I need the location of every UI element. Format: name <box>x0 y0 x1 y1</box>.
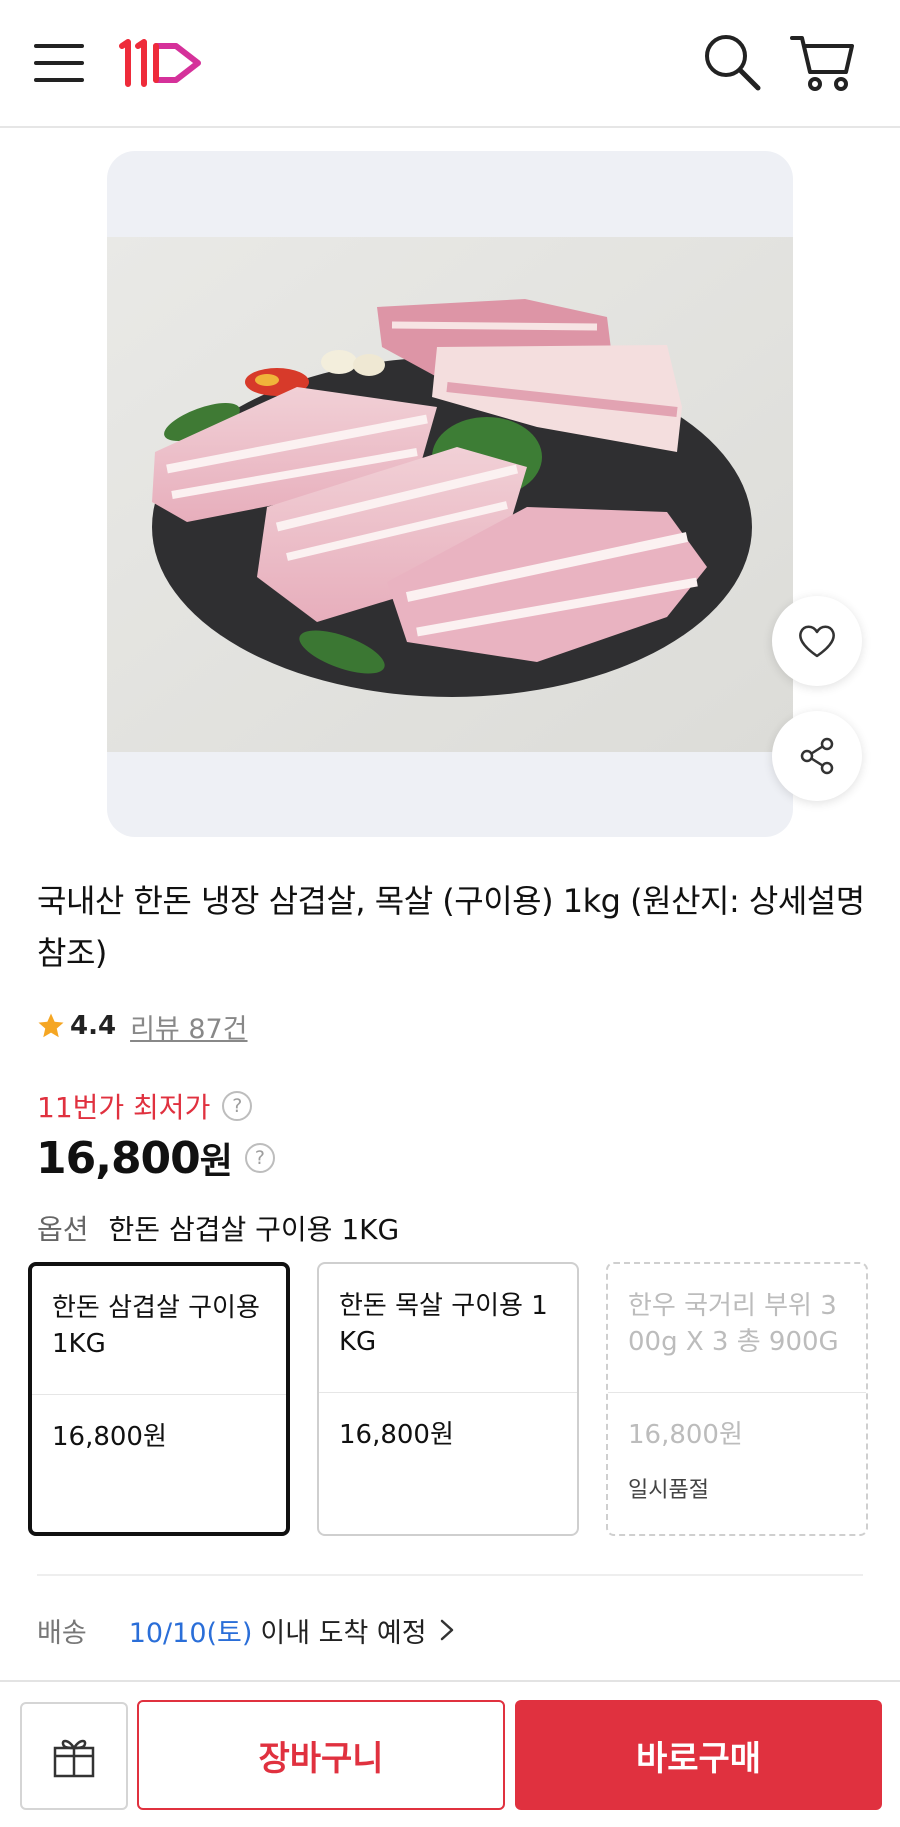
help-icon[interactable]: ? <box>222 1091 253 1121</box>
delivery-date: 10/10(토) <box>128 1617 253 1649</box>
option-name: 한우 국거리 부위 300g X 3 총 900G <box>628 1291 839 1357</box>
like-button[interactable] <box>772 596 862 686</box>
option-price: 16,800원 <box>339 1420 454 1450</box>
delivery-label: 배송 <box>37 1617 87 1649</box>
section-divider <box>37 1574 863 1576</box>
option-price: 16,800원 <box>52 1422 167 1452</box>
delivery-row[interactable]: 배송 10/10(토) 이내 도착 예정 <box>37 1608 455 1652</box>
option-card-2[interactable]: 한돈 목살 구이용 1KG 16,800원 <box>317 1262 579 1536</box>
menu-icon[interactable] <box>34 40 86 86</box>
option-label: 옵션 <box>37 1213 89 1246</box>
option-divider <box>319 1392 577 1393</box>
option-name: 한돈 목살 구이용 1KG <box>339 1291 548 1357</box>
bottom-action-bar: 장바구니 바로구매 <box>0 1680 900 1827</box>
price-unit: 원 <box>199 1141 233 1182</box>
price-row: 16,800 원 ? <box>36 1128 275 1188</box>
option-card-1[interactable]: 한돈 삼겹살 구이용 1KG 16,800원 <box>28 1262 290 1536</box>
rating-row: 4.4 리뷰 87건 <box>36 1006 248 1046</box>
product-title: 국내산 한돈 냉장 삼겹살, 목살 (구이용) 1kg (원산지: 상세설명 참… <box>37 882 865 972</box>
gift-icon <box>53 1739 95 1778</box>
option-summary: 옵션 한돈 삼겹살 구이용 1KG <box>37 1206 399 1250</box>
option-name: 한돈 삼겹살 구이용 1KG <box>52 1293 260 1359</box>
top-header <box>0 0 900 128</box>
add-to-cart-button[interactable]: 장바구니 <box>137 1700 505 1810</box>
option-price: 16,800원 <box>628 1420 743 1450</box>
price-help-icon[interactable]: ? <box>244 1143 275 1173</box>
review-count-link[interactable]: 리뷰 87건 <box>130 1007 247 1046</box>
chevron-right-icon <box>440 1619 453 1641</box>
rating-value: 4.4 <box>70 1011 117 1041</box>
price-value: 16,800 <box>36 1132 201 1184</box>
share-button[interactable] <box>772 711 862 801</box>
lowest-price-text: 11번가 최저가 <box>37 1091 211 1124</box>
delivery-text: 이내 도착 예정 <box>260 1617 427 1649</box>
product-image-frame[interactable] <box>107 151 793 837</box>
option-divider <box>608 1392 866 1393</box>
gift-button[interactable] <box>20 1702 128 1810</box>
heart-icon <box>799 625 835 658</box>
option-selected-value: 한돈 삼겹살 구이용 1KG <box>108 1213 400 1246</box>
star-icon <box>38 1013 64 1038</box>
option-card-3[interactable]: 한우 국거리 부위 300g X 3 총 900G 16,800원 일시품절 <box>606 1262 868 1536</box>
product-photo <box>107 237 793 752</box>
share-icon <box>800 737 834 775</box>
option-divider <box>32 1394 286 1395</box>
soldout-badge: 일시품절 <box>628 1478 709 1503</box>
search-icon[interactable] <box>700 30 764 94</box>
cart-icon[interactable] <box>788 30 856 94</box>
logo-11st[interactable] <box>116 38 208 88</box>
lowest-price-label: 11번가 최저가 ? <box>37 1086 253 1126</box>
buy-now-button[interactable]: 바로구매 <box>515 1700 882 1810</box>
